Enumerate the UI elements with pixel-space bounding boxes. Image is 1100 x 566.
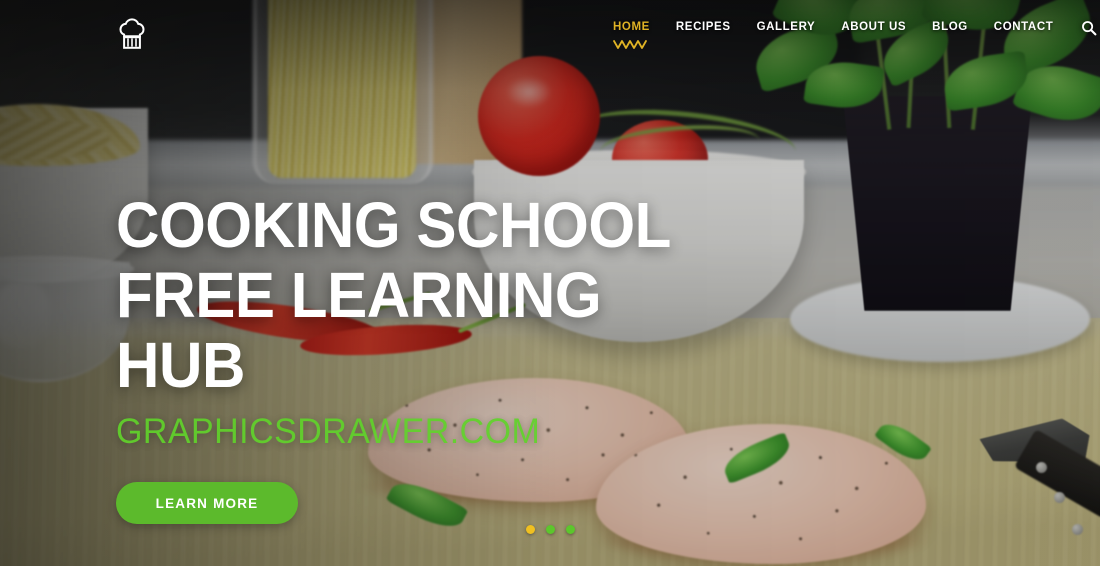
nav-item-contact[interactable]: CONTACT: [981, 20, 1067, 35]
hero-title: COOKING SCHOOL FREE LEARNING HUB: [116, 189, 670, 401]
search-icon[interactable]: [1080, 19, 1098, 37]
nav-item-label: ABOUT US: [841, 21, 907, 33]
carousel-dot-3[interactable]: [565, 525, 575, 534]
hero-content: COOKING SCHOOL FREE LEARNING HUB GRAPHIC…: [116, 190, 876, 524]
nav-item-label: GALLERY: [756, 21, 816, 33]
site-header: HOME RECIPES GALLERY ABOUT US BLOG CONTA…: [0, 0, 1100, 62]
hero-subtitle: GRAPHICSDRAWER.COM: [116, 412, 541, 451]
carousel-dot-1[interactable]: [525, 525, 535, 534]
learn-more-button[interactable]: LEARN MORE: [116, 482, 298, 524]
main-navigation: HOME RECIPES GALLERY ABOUT US BLOG CONTA…: [600, 19, 1098, 49]
zigzag-underline-icon: [613, 40, 648, 49]
carousel-pagination: [0, 525, 1100, 534]
nav-item-recipes[interactable]: RECIPES: [663, 20, 744, 35]
nav-item-gallery[interactable]: GALLERY: [744, 20, 829, 35]
nav-item-label: HOME: [613, 21, 650, 33]
nav-item-label: CONTACT: [993, 21, 1054, 33]
nav-item-about-us[interactable]: ABOUT US: [828, 20, 919, 35]
hero-slider: HOME RECIPES GALLERY ABOUT US BLOG CONTA…: [0, 0, 1100, 566]
nav-item-label: RECIPES: [675, 21, 731, 33]
nav-item-blog[interactable]: BLOG: [919, 20, 981, 35]
nav-item-label: BLOG: [932, 21, 968, 33]
chef-hat-icon[interactable]: [116, 17, 148, 51]
carousel-dot-2[interactable]: [545, 525, 555, 534]
nav-item-home[interactable]: HOME: [600, 20, 663, 49]
